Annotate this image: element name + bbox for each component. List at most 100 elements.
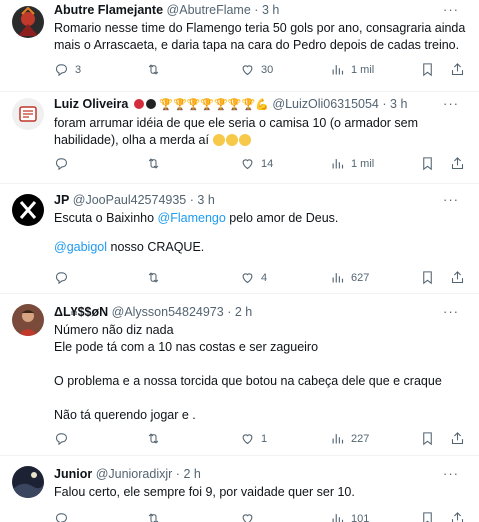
tweet-text: Número não diz nada Ele pode tá com a 10… xyxy=(54,323,442,422)
view-count: 627 xyxy=(351,271,370,284)
reply-button[interactable] xyxy=(54,156,75,171)
like-count: 14 xyxy=(261,157,274,170)
timestamp[interactable]: 3 h xyxy=(197,193,214,207)
author-handle[interactable]: @LuizOli06315054 xyxy=(272,97,379,111)
bookmark-button[interactable] xyxy=(420,511,441,522)
more-options-button[interactable]: ··· xyxy=(443,2,459,17)
retweet-icon xyxy=(148,64,159,75)
share-button[interactable] xyxy=(450,270,471,285)
bookmark-icon xyxy=(423,512,432,522)
tweet-text-part: Escuta o Baixinho xyxy=(54,211,158,225)
retweet-button[interactable] xyxy=(146,431,167,446)
timestamp[interactable]: 3 h xyxy=(262,3,279,17)
author-name[interactable]: ΔL¥$$øN xyxy=(54,305,108,319)
views-button[interactable]: 101 xyxy=(330,511,369,522)
tweet-text: Escuta o Baixinho @Flamengo pelo amor de… xyxy=(54,210,469,227)
share-icon xyxy=(451,271,464,284)
bookmark-button[interactable] xyxy=(420,156,441,171)
like-button[interactable]: 4 xyxy=(240,270,267,285)
like-count: 4 xyxy=(261,271,268,284)
author-handle[interactable]: @JooPaul42574935 xyxy=(73,193,186,207)
views-icon xyxy=(332,159,344,169)
more-options-button[interactable]: ··· xyxy=(443,96,459,111)
like-count: 30 xyxy=(261,63,274,76)
mention-link[interactable]: @Flamengo xyxy=(158,211,226,225)
laughing-emoji-icon xyxy=(239,134,252,146)
like-button[interactable]: 14 xyxy=(240,156,273,171)
tweet-text-line: @gabigol nosso CRAQUE. xyxy=(54,239,469,256)
author-handle[interactable]: @Alysson54824973 xyxy=(112,305,224,319)
bookmark-button[interactable] xyxy=(420,431,441,446)
view-count: 1 mil xyxy=(351,157,375,170)
share-button[interactable] xyxy=(450,511,471,522)
like-button[interactable]: 30 xyxy=(240,62,273,77)
tweet-text-part: nosso CRAQUE. xyxy=(107,240,205,254)
share-button[interactable] xyxy=(450,62,471,77)
tweet[interactable]: Abutre Flamejante @AbutreFlame · 3 h ···… xyxy=(0,0,479,92)
reply-button[interactable] xyxy=(54,511,75,522)
heart-icon xyxy=(242,159,253,170)
tweet[interactable]: JP @JooPaul42574935 · 3 h ··· Escuta o B… xyxy=(0,184,479,294)
avatar[interactable] xyxy=(12,194,44,226)
timestamp[interactable]: 3 h xyxy=(390,97,407,111)
tweet[interactable]: Junior @Junioradixjr · 2 h ··· Falou cer… xyxy=(0,456,479,522)
author-handle[interactable]: @Junioradixjr xyxy=(96,467,173,481)
reply-icon xyxy=(55,158,68,171)
tweet[interactable]: ΔL¥$$øN @Alysson54824973 · 2 h ··· Númer… xyxy=(0,294,479,456)
view-count: 1 mil xyxy=(351,63,375,76)
author-name[interactable]: Luiz Oliveira xyxy=(54,97,128,111)
tweet[interactable]: Luiz Oliveira 🏆🏆🏆🏆🏆🏆🏆💪 @LuizOli06315054 … xyxy=(0,92,479,184)
bookmark-button[interactable] xyxy=(420,62,441,77)
reply-button[interactable] xyxy=(54,431,75,446)
retweet-icon xyxy=(148,158,159,169)
author-name[interactable]: Abutre Flamejante xyxy=(54,3,163,17)
timestamp[interactable]: 2 h xyxy=(235,305,252,319)
more-options-button[interactable]: ··· xyxy=(443,192,459,207)
reply-icon xyxy=(55,272,68,285)
reply-button[interactable] xyxy=(54,270,75,285)
share-button[interactable] xyxy=(450,431,471,446)
heart-icon xyxy=(242,65,253,76)
bookmark-icon xyxy=(423,432,432,446)
heart-icon xyxy=(242,273,253,284)
retweet-button[interactable] xyxy=(146,156,167,171)
bookmark-icon xyxy=(423,157,432,171)
trophy-emojis: 🏆🏆🏆🏆🏆🏆🏆💪 xyxy=(159,99,269,111)
views-icon xyxy=(332,434,344,444)
views-button[interactable]: 627 xyxy=(330,270,369,285)
avatar[interactable] xyxy=(12,98,44,130)
tweet-text-part: pelo amor de Deus. xyxy=(225,211,339,225)
mention-link[interactable]: @gabigol xyxy=(54,240,107,254)
tweet-text: Falou certo, ele sempre foi 9, por vaida… xyxy=(54,485,355,499)
bookmark-button[interactable] xyxy=(420,270,441,285)
views-button[interactable]: 227 xyxy=(330,431,369,446)
reply-icon xyxy=(55,513,68,522)
retweet-button[interactable] xyxy=(146,511,167,522)
view-count: 101 xyxy=(351,512,370,522)
more-options-button[interactable]: ··· xyxy=(443,466,459,481)
timestamp[interactable]: 2 h xyxy=(183,467,200,481)
avatar[interactable] xyxy=(12,304,44,336)
author-handle[interactable]: @AbutreFlame xyxy=(167,3,251,17)
more-options-button[interactable]: ··· xyxy=(443,304,459,319)
like-button[interactable]: 1 xyxy=(240,431,267,446)
views-button[interactable]: 1 mil xyxy=(330,62,374,77)
share-button[interactable] xyxy=(450,156,471,171)
avatar[interactable] xyxy=(12,466,44,498)
views-icon xyxy=(332,273,344,283)
reply-button[interactable]: 3 xyxy=(54,62,81,77)
author-name[interactable]: Junior xyxy=(54,467,92,481)
views-icon xyxy=(332,514,344,522)
retweet-button[interactable] xyxy=(146,62,167,77)
separator: · xyxy=(227,305,232,319)
views-button[interactable]: 1 mil xyxy=(330,156,374,171)
share-icon xyxy=(451,157,464,170)
retweet-button[interactable] xyxy=(146,270,167,285)
avatar[interactable] xyxy=(12,6,44,38)
tweet-text-content: foram arrumar idéia de que ele seria o c… xyxy=(54,116,422,147)
tweet-text: foram arrumar idéia de que ele seria o c… xyxy=(54,115,469,149)
tweet-header: JP @JooPaul42574935 · 3 h xyxy=(54,192,469,208)
author-name[interactable]: JP xyxy=(54,193,69,207)
like-button[interactable] xyxy=(240,511,261,522)
separator: · xyxy=(175,467,180,481)
